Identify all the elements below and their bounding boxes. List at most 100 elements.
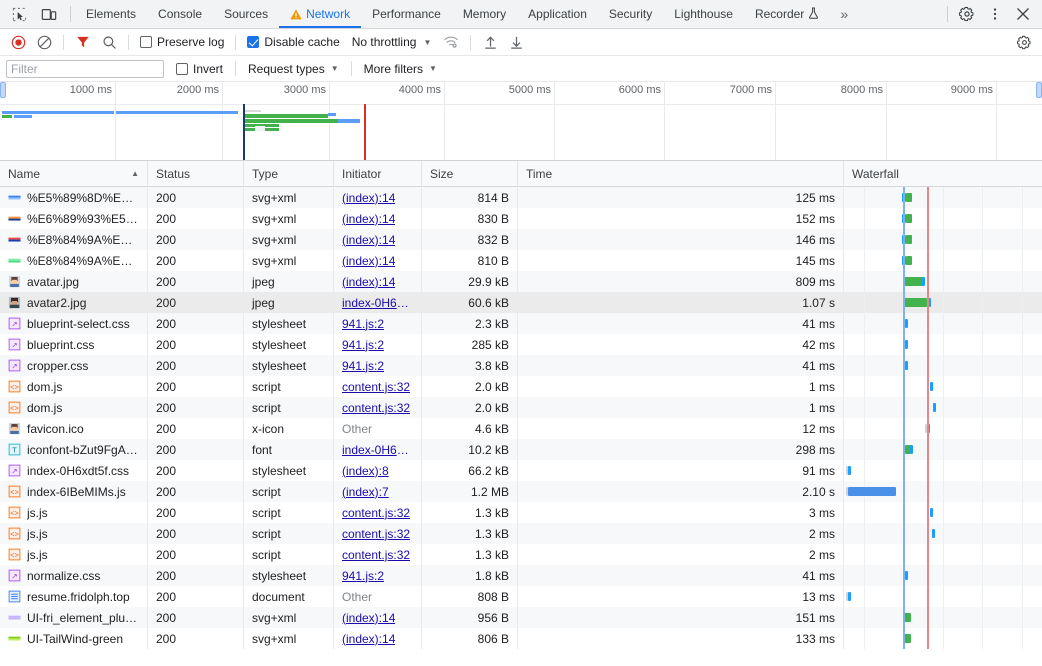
waterfall-event-line bbox=[927, 565, 929, 586]
table-row[interactable]: avatar.jpg 200 jpeg (index):14 29.9 kB 809 ms bbox=[0, 271, 1042, 292]
initiator-link[interactable]: index-0H6xd... bbox=[342, 443, 413, 457]
search-icon[interactable] bbox=[97, 31, 121, 53]
column-header-size[interactable]: Size bbox=[422, 160, 518, 187]
tab-memory[interactable]: Memory bbox=[452, 0, 517, 28]
table-row[interactable]: <> index-6IBeMIMs.js 200 script (index):7 1.2… bbox=[0, 481, 1042, 502]
cell-initiator: 941.js:2 bbox=[334, 334, 422, 355]
column-header-status[interactable]: Status bbox=[148, 160, 244, 187]
table-row[interactable]: ↗ blueprint-select.css 200 stylesheet 941.js… bbox=[0, 313, 1042, 334]
initiator-link[interactable]: (index):14 bbox=[342, 233, 395, 247]
waterfall-bar bbox=[846, 487, 848, 496]
table-row[interactable]: UI-TailWind-green 200 svg+xml (index):14 806… bbox=[0, 628, 1042, 649]
initiator-link[interactable]: (index):14 bbox=[342, 275, 395, 289]
waterfall-event-line bbox=[927, 418, 929, 439]
column-header-waterfall[interactable]: Waterfall bbox=[844, 161, 1042, 187]
network-conditions-icon[interactable] bbox=[439, 31, 463, 53]
waterfall-gridline bbox=[982, 292, 983, 313]
initiator-link[interactable]: 941.js:2 bbox=[342, 359, 384, 373]
clear-button[interactable] bbox=[32, 31, 56, 53]
overview-selection-left-handle[interactable] bbox=[0, 82, 6, 98]
table-row[interactable]: <> js.js 200 script content.js:32 1.3 kB 2 ms bbox=[0, 544, 1042, 565]
initiator-link[interactable]: 941.js:2 bbox=[342, 338, 384, 352]
invert-checkbox[interactable]: Invert bbox=[172, 62, 227, 76]
column-header-label: Name bbox=[8, 166, 41, 181]
table-row[interactable]: %E6%89%93%E5%8... 200svg+xml (index):14 830… bbox=[0, 208, 1042, 229]
table-row[interactable]: %E5%89%8D%E7%A... 200svg+xml (index):14 814… bbox=[0, 187, 1042, 208]
tab-sources[interactable]: Sources bbox=[213, 0, 279, 28]
tab-security[interactable]: Security bbox=[598, 0, 663, 28]
initiator-link[interactable]: content.js:32 bbox=[342, 548, 410, 562]
tab-lighthouse[interactable]: Lighthouse bbox=[663, 0, 744, 28]
waterfall-gridline bbox=[982, 208, 983, 229]
inspect-element-icon[interactable] bbox=[6, 2, 32, 26]
cell-type: script bbox=[244, 523, 334, 544]
initiator-link[interactable]: (index):14 bbox=[342, 632, 395, 646]
initiator-link[interactable]: (index):7 bbox=[342, 485, 389, 499]
initiator-link[interactable]: (index):14 bbox=[342, 212, 395, 226]
network-overview-timeline[interactable]: 1000 ms 2000 ms 3000 ms 4000 ms 5000 ms 6000 … bbox=[0, 82, 1042, 161]
tab-recorder[interactable]: Recorder bbox=[744, 0, 830, 28]
preserve-log-checkbox[interactable]: Preserve log bbox=[136, 35, 228, 49]
svg-preview-green2-icon bbox=[8, 636, 21, 641]
table-row[interactable]: avatar2.jpg 200 jpeg index-0H6xd... 60.6 kB 1… bbox=[0, 292, 1042, 313]
import-har-icon[interactable] bbox=[478, 31, 502, 53]
overview-event-line bbox=[364, 104, 366, 160]
initiator-link[interactable]: (index):14 bbox=[342, 191, 395, 205]
more-filters-dropdown[interactable]: More filters ▼ bbox=[360, 62, 441, 76]
initiator-link[interactable]: 941.js:2 bbox=[342, 317, 384, 331]
more-options-icon[interactable] bbox=[982, 2, 1008, 26]
column-header-type[interactable]: Type bbox=[244, 160, 334, 187]
initiator-link[interactable]: content.js:32 bbox=[342, 506, 410, 520]
initiator-link[interactable]: content.js:32 bbox=[342, 401, 410, 415]
cell-initiator: (index):14 bbox=[334, 229, 422, 250]
filter-toggle-button[interactable] bbox=[71, 31, 95, 53]
initiator-link[interactable]: (index):14 bbox=[342, 254, 395, 268]
table-row[interactable]: <> dom.js 200 script content.js:32 2.0 kB 1 ms bbox=[0, 376, 1042, 397]
table-row[interactable]: ↗ index-0H6xdt5f.css 200 stylesheet (index):… bbox=[0, 460, 1042, 481]
tab-elements[interactable]: Elements bbox=[75, 0, 147, 28]
waterfall-gridline bbox=[864, 418, 865, 439]
column-header-initiator[interactable]: Initiator bbox=[334, 160, 422, 187]
tab-network[interactable]: Network bbox=[279, 0, 362, 28]
filter-input[interactable] bbox=[6, 59, 164, 78]
initiator-link[interactable]: (index):8 bbox=[342, 464, 389, 478]
settings-gear-icon[interactable] bbox=[954, 2, 980, 26]
table-row[interactable]: <> js.js 200 script content.js:32 1.3 kB 2 ms bbox=[0, 523, 1042, 544]
more-tabs-button[interactable]: » bbox=[830, 0, 858, 28]
table-row[interactable]: %E8%84%9A%E6%9... 200svg+xml (index):14 810… bbox=[0, 250, 1042, 271]
table-row[interactable]: ↗ normalize.css 200 stylesheet 941.js:2 1.8 k… bbox=[0, 565, 1042, 586]
device-toolbar-icon[interactable] bbox=[36, 2, 62, 26]
overview-selection-right-handle[interactable] bbox=[1036, 82, 1042, 98]
disable-cache-checkbox[interactable]: Disable cache bbox=[243, 35, 343, 49]
table-row[interactable]: <> js.js 200 script content.js:32 1.3 kB 3 ms bbox=[0, 502, 1042, 523]
request-types-dropdown[interactable]: Request types ▼ bbox=[244, 62, 343, 76]
tab-application[interactable]: Application bbox=[517, 0, 598, 28]
waterfall-event-line bbox=[927, 250, 929, 271]
table-row[interactable]: ↗ cropper.css 200 stylesheet 941.js:2 3.8 kB 4… bbox=[0, 355, 1042, 376]
initiator-link[interactable]: index-0H6xd... bbox=[342, 296, 413, 310]
table-row[interactable]: ↗ blueprint.css 200 stylesheet 941.js:2 285 k… bbox=[0, 334, 1042, 355]
table-row[interactable]: resume.fridolph.top 200 document Other 808 B… bbox=[0, 586, 1042, 607]
record-button[interactable] bbox=[6, 31, 30, 53]
network-settings-gear-icon[interactable] bbox=[1012, 31, 1036, 53]
table-row[interactable]: <> dom.js 200 script content.js:32 2.0 kB 1 ms bbox=[0, 397, 1042, 418]
request-name: index-6IBeMIMs.js bbox=[27, 484, 126, 499]
waterfall-gridline bbox=[943, 376, 944, 397]
tab-console[interactable]: Console bbox=[147, 0, 213, 28]
table-row[interactable]: %E8%84%9A%E6%8... 200svg+xml (index):14 832… bbox=[0, 229, 1042, 250]
table-row[interactable]: favicon.ico 200 x-icon Other 4.6 kB 12 ms bbox=[0, 418, 1042, 439]
cell-size: 66.2 kB bbox=[422, 460, 518, 481]
initiator-link[interactable]: content.js:32 bbox=[342, 380, 410, 394]
close-devtools-icon[interactable] bbox=[1010, 2, 1036, 26]
table-row[interactable]: UI-fri_element_plus-... 200 svg+xml (index)… bbox=[0, 607, 1042, 628]
tab-performance[interactable]: Performance bbox=[361, 0, 452, 28]
initiator-link[interactable]: content.js:32 bbox=[342, 527, 410, 541]
throttling-dropdown[interactable]: No throttling ▼ bbox=[346, 35, 432, 49]
column-header-time[interactable]: Time bbox=[518, 160, 844, 187]
column-header-name[interactable]: Name ▲ bbox=[0, 160, 148, 187]
initiator-link[interactable]: 941.js:2 bbox=[342, 569, 384, 583]
initiator-link[interactable]: (index):14 bbox=[342, 611, 395, 625]
waterfall-gridline bbox=[943, 565, 944, 586]
export-har-icon[interactable] bbox=[504, 31, 528, 53]
table-row[interactable]: Ticonfont-bZut9FgA.w... 200 font index-0H6x… bbox=[0, 439, 1042, 460]
